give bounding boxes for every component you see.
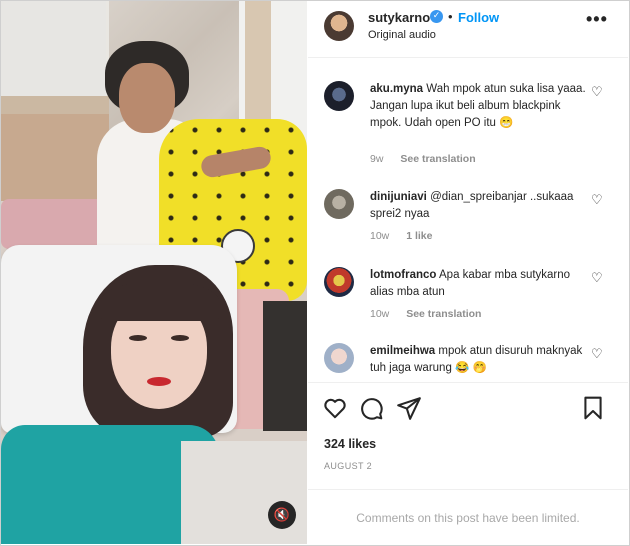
video-pillow-eye-right: [171, 335, 189, 341]
comment-meta: 9w See translation: [370, 153, 490, 165]
more-icon[interactable]: •••: [586, 9, 608, 30]
comment-username[interactable]: aku.myna: [370, 83, 423, 95]
video-grey-sheet: [181, 441, 307, 544]
heart-icon[interactable]: ♡: [591, 193, 603, 208]
video-tile-band: [1, 96, 111, 114]
video-wall-left: [1, 1, 106, 96]
comment-time[interactable]: 10w: [370, 308, 389, 320]
post-date[interactable]: AUGUST 2: [324, 461, 372, 471]
follow-button[interactable]: Follow: [458, 10, 499, 25]
video-tile-lower: [1, 114, 111, 204]
post-panel: sutykarno ✓ • Follow Original audio ••• …: [308, 1, 628, 544]
mute-icon[interactable]: 🔇: [268, 501, 296, 529]
divider: [308, 489, 628, 490]
video-pillow-eye-left: [129, 335, 147, 341]
bookmark-icon[interactable]: [580, 395, 606, 421]
comment-meta: 10w 1 like: [370, 230, 446, 242]
comment-body: lotmofranco Apa kabar mba sutykarno alia…: [370, 267, 590, 301]
separator-dot: •: [448, 9, 453, 24]
likes-count[interactable]: 324 likes: [324, 437, 376, 451]
comment-avatar[interactable]: [324, 81, 354, 111]
comment-username[interactable]: emilmeihwa: [370, 345, 435, 357]
comment-icon[interactable]: [358, 395, 384, 421]
heart-icon[interactable]: ♡: [591, 85, 603, 100]
avatar[interactable]: [324, 11, 354, 41]
verified-icon: ✓: [430, 10, 443, 23]
comment-likes[interactable]: 1 like: [406, 230, 432, 242]
see-translation-link[interactable]: See translation: [400, 153, 475, 165]
audio-label[interactable]: Original audio: [368, 29, 436, 41]
share-icon[interactable]: [396, 395, 422, 421]
video-pillow-lips: [147, 377, 171, 386]
comment-body: dinijuniavi @dian_spreibanjar ..sukaaa s…: [370, 189, 590, 223]
comment-time[interactable]: 10w: [370, 230, 389, 242]
post-video[interactable]: 🔇: [1, 1, 307, 544]
action-bar: [308, 395, 628, 425]
comment-username[interactable]: dinijuniavi: [370, 191, 427, 203]
comment-body: aku.myna Wah mpok atun suka lisa yaaa. J…: [370, 81, 590, 132]
comment-time[interactable]: 9w: [370, 153, 383, 165]
comment-body: emilmeihwa mpok atun disuruh maknyak tuh…: [370, 343, 590, 377]
heart-icon[interactable]: ♡: [591, 271, 603, 286]
comments-limited-notice: Comments on this post have been limited.: [356, 511, 580, 525]
comment-username[interactable]: lotmofranco: [370, 269, 436, 281]
post-header: sutykarno ✓ • Follow Original audio •••: [308, 1, 628, 58]
divider: [308, 382, 628, 383]
video-person-face: [119, 63, 175, 133]
post-username[interactable]: sutykarno: [368, 10, 430, 25]
see-translation-link[interactable]: See translation: [406, 308, 481, 320]
comment-avatar[interactable]: [324, 343, 354, 373]
video-pillow-bangs: [101, 281, 219, 321]
video-dark-sheet: [263, 301, 307, 431]
comment-avatar[interactable]: [324, 189, 354, 219]
comment-meta: 10w See translation: [370, 308, 495, 320]
like-heart-icon[interactable]: [322, 395, 348, 421]
heart-icon[interactable]: ♡: [591, 347, 603, 362]
comment-avatar[interactable]: [324, 267, 354, 297]
